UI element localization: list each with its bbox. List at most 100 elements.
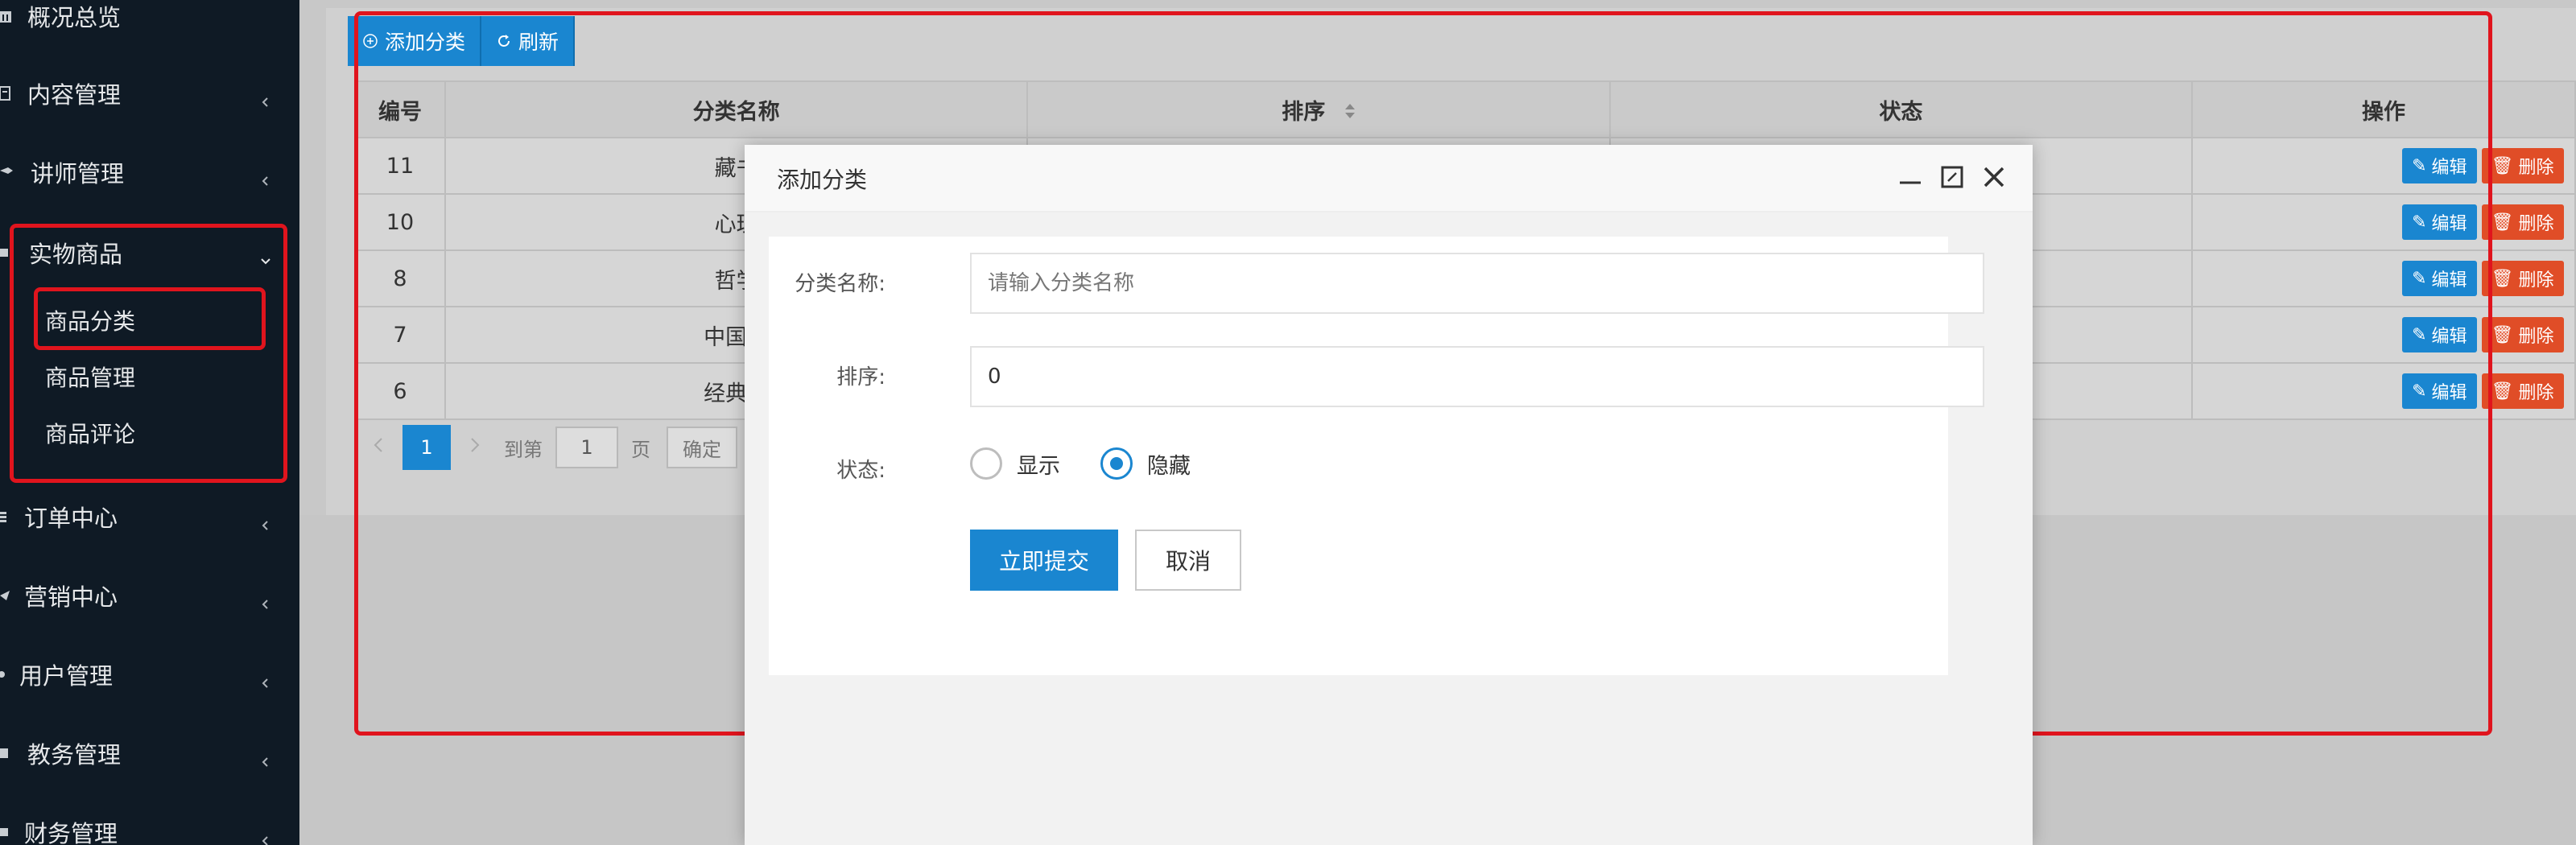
- sidebar: 概况总览 内容管理 讲师管理 实物商品 商品分类 商品管理 商品评论 订单中心 …: [0, 0, 299, 845]
- cell-actions: ✎ 编辑 🗑 删除: [2191, 249, 2576, 307]
- sidebar-item-academic[interactable]: 教务管理: [0, 721, 299, 785]
- pagination: 1 到第 1 页 确定: [354, 425, 737, 470]
- sort-input[interactable]: [970, 346, 1984, 407]
- radio-circle-selected: [1100, 447, 1133, 480]
- edit-button[interactable]: ✎ 编辑: [2402, 317, 2477, 352]
- sidebar-subitem-reviews[interactable]: 商品评论: [45, 409, 135, 457]
- sidebar-item-label: 概况总览: [27, 4, 122, 31]
- pencil-icon: ✎: [2412, 381, 2427, 402]
- sidebar-item-overview[interactable]: 概况总览: [0, 0, 299, 48]
- edit-button[interactable]: ✎ 编辑: [2402, 373, 2477, 409]
- cell-id: 7: [354, 306, 446, 364]
- edit-button[interactable]: ✎ 编辑: [2402, 204, 2477, 240]
- sidebar-item-label: 订单中心: [24, 505, 118, 532]
- add-category-dialog: 添加分类 分类名称: 排序: 状态: 显示 隐藏 立即提交 取消: [745, 145, 2033, 845]
- pencil-icon: ✎: [2412, 155, 2427, 176]
- dialog-title: 添加分类: [777, 167, 868, 193]
- status-label: 状态:: [836, 459, 886, 483]
- category-name-input[interactable]: [970, 253, 1984, 314]
- trash-icon: 🗑: [2491, 212, 2514, 233]
- cell-actions: ✎ 编辑 🗑 删除: [2191, 137, 2576, 195]
- status-hide-radio[interactable]: 隐藏: [1100, 447, 1191, 480]
- delete-button[interactable]: 🗑 删除: [2481, 148, 2564, 183]
- bank-icon: [0, 8, 13, 24]
- close-icon[interactable]: [1979, 163, 2008, 192]
- table-header-row: 编号 分类名称 排序 状态 操作: [354, 80, 2576, 138]
- trash-icon: 🗑: [2491, 268, 2514, 289]
- chevron-left-icon: [259, 87, 272, 107]
- delete-button[interactable]: 🗑 删除: [2481, 373, 2564, 409]
- chevron-left-icon: [259, 826, 272, 845]
- goto-label: 到第: [504, 438, 543, 461]
- dialog-header: 添加分类: [745, 145, 2033, 212]
- sidebar-item-lecturers[interactable]: 讲师管理: [0, 140, 299, 204]
- name-label: 分类名称:: [795, 272, 886, 296]
- toolbar: 添加分类 刷新: [348, 16, 576, 66]
- sidebar-item-content[interactable]: 内容管理: [0, 61, 299, 126]
- submit-button[interactable]: 立即提交: [970, 530, 1118, 591]
- list-icon: [0, 509, 13, 525]
- trash-icon: 🗑: [2491, 324, 2514, 345]
- minimize-icon[interactable]: [1896, 163, 1925, 192]
- status-show-radio[interactable]: 显示: [970, 447, 1060, 480]
- sidebar-item-label: 实物商品: [29, 241, 123, 268]
- sidebar-item-label: 用户管理: [19, 662, 114, 690]
- prev-page-button[interactable]: [354, 425, 402, 470]
- cell-id: 8: [354, 249, 446, 307]
- next-page-button[interactable]: [451, 425, 499, 470]
- cell-id: 11: [354, 137, 446, 195]
- refresh-label: 刷新: [518, 31, 559, 54]
- trash-icon: 🗑: [2491, 155, 2514, 176]
- box-icon: [0, 245, 13, 261]
- cell-id: 10: [354, 193, 446, 251]
- user-icon: [0, 666, 13, 682]
- col-status-header: 状态: [1608, 80, 2194, 138]
- chevron-right-icon: [469, 436, 481, 459]
- sidebar-item-physical-goods[interactable]: 实物商品: [0, 221, 299, 285]
- add-category-button[interactable]: 添加分类: [348, 16, 482, 66]
- edit-button[interactable]: ✎ 编辑: [2402, 261, 2477, 296]
- document-icon: [0, 85, 13, 101]
- delete-button[interactable]: 🗑 删除: [2481, 317, 2564, 352]
- chevron-left-icon: [259, 166, 272, 186]
- graduation-cap-icon: [0, 164, 13, 180]
- cell-actions: ✎ 编辑 🗑 删除: [2191, 362, 2576, 420]
- sidebar-item-finance[interactable]: 财务管理: [0, 800, 299, 845]
- money-icon: [0, 824, 13, 840]
- chevron-left-icon: [259, 668, 272, 688]
- status-hide-label: 隐藏: [1147, 453, 1191, 479]
- chevron-left-icon: [259, 510, 272, 530]
- sidebar-item-label: 财务管理: [24, 820, 118, 845]
- add-category-label: 添加分类: [385, 31, 466, 54]
- cell-actions: ✎ 编辑 🗑 删除: [2191, 306, 2576, 364]
- radio-circle: [970, 447, 1002, 480]
- sidebar-item-orders[interactable]: 订单中心: [0, 484, 299, 549]
- refresh-button[interactable]: 刷新: [481, 16, 576, 66]
- sidebar-item-label: 讲师管理: [31, 160, 125, 188]
- sort-icon[interactable]: [1344, 101, 1356, 126]
- refresh-icon: [496, 33, 512, 49]
- chevron-down-icon: [259, 246, 272, 265]
- go-page-button[interactable]: 确定: [667, 427, 737, 468]
- status-show-label: 显示: [1017, 453, 1060, 479]
- page-1-button[interactable]: 1: [402, 425, 451, 470]
- cancel-button[interactable]: 取消: [1135, 530, 1241, 591]
- page-input[interactable]: 1: [555, 427, 618, 468]
- pencil-icon: ✎: [2412, 212, 2427, 233]
- chevron-left-icon: [259, 589, 272, 609]
- cell-id: 6: [354, 362, 446, 420]
- sidebar-subitem-category[interactable]: 商品分类: [45, 296, 135, 344]
- sidebar-item-label: 教务管理: [27, 741, 122, 769]
- sidebar-subitem-goods[interactable]: 商品管理: [45, 352, 135, 401]
- sidebar-item-label: 内容管理: [27, 81, 122, 109]
- col-sort-header[interactable]: 排序: [1026, 80, 1611, 138]
- maximize-icon[interactable]: [1938, 163, 1967, 192]
- cell-actions: ✎ 编辑 🗑 删除: [2191, 193, 2576, 251]
- sidebar-item-users[interactable]: 用户管理: [0, 642, 299, 707]
- pencil-icon: ✎: [2412, 268, 2427, 289]
- sidebar-item-marketing[interactable]: 营销中心: [0, 563, 299, 628]
- delete-button[interactable]: 🗑 删除: [2481, 204, 2564, 240]
- delete-button[interactable]: 🗑 删除: [2481, 261, 2564, 296]
- edit-button[interactable]: ✎ 编辑: [2402, 148, 2477, 183]
- chevron-left-icon: [372, 436, 385, 459]
